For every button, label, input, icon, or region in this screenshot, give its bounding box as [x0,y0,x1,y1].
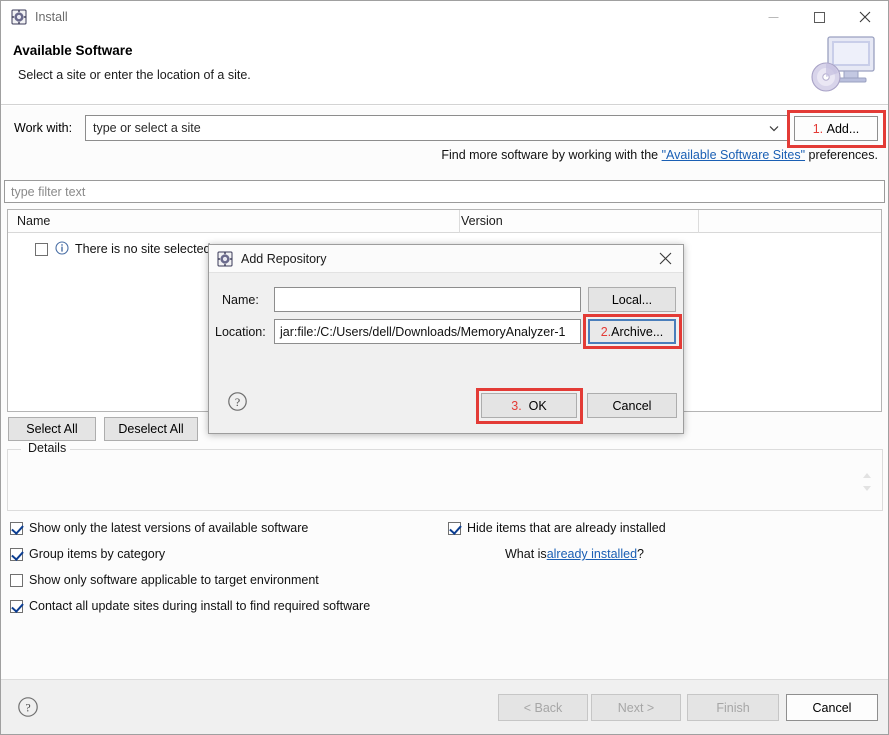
deselect-all-button[interactable]: Deselect All [104,417,198,441]
option-checkbox[interactable] [10,547,23,561]
work-with-row: Work with: type or select a site 1. Add.… [1,110,888,148]
option-checkbox[interactable] [10,599,23,613]
option-label: Show only the latest versions of availab… [29,521,309,535]
tree-header: Name Version [8,210,881,233]
tree-row-label: There is no site selected [75,242,211,256]
option-contact-update-sites[interactable]: Contact all update sites during install … [10,599,370,613]
what-is-already-installed: What is already installed? [505,547,644,561]
window-titlebar: Install [1,1,888,33]
window-controls [750,1,888,33]
option-checkbox[interactable] [10,573,23,587]
filter-placeholder: type filter text [11,184,86,199]
close-icon [859,11,871,23]
next-button[interactable]: Next > [591,694,681,721]
modal-title-text: Add Repository [241,251,327,266]
modal-cancel-button[interactable]: Cancel [587,393,677,418]
add-site-button[interactable]: 1. Add... [794,116,878,141]
monitor-cd-icon [806,35,878,97]
location-field[interactable]: jar:file:/C:/Users/dell/Downloads/Memory… [274,319,581,344]
option-group-by-category[interactable]: Group items by category [10,547,165,561]
location-label: Location: [215,325,266,339]
details-group: Details [7,441,883,511]
option-label: Group items by category [29,547,166,561]
work-with-label: Work with: [14,121,73,135]
wizard-header: Available Software Select a site or ente… [1,33,888,105]
help-question-icon[interactable]: ? [17,696,39,721]
column-divider[interactable] [459,210,460,233]
details-legend: Details [24,441,71,455]
close-icon [659,252,671,265]
what-is-suffix: ? [637,547,644,561]
add-repository-dialog: Add Repository Name: Local... Location: … [208,244,684,434]
name-label: Name: [222,293,259,307]
option-checkbox[interactable] [448,521,461,535]
archive-button[interactable]: 2. Archive... [588,319,676,344]
archive-step-number: 2. [600,324,612,339]
available-software-sites-link[interactable]: "Available Software Sites" [662,148,805,162]
maximize-icon [813,11,825,23]
ok-button-label: OK [528,398,547,413]
minimize-icon [768,16,778,18]
work-with-combo[interactable]: type or select a site [85,115,788,141]
name-field[interactable] [274,287,581,312]
window-title: Install [35,10,68,24]
option-target-environment[interactable]: Show only software applicable to target … [10,573,319,587]
ok-button[interactable]: 3. OK [481,393,577,418]
option-label: Show only software applicable to target … [29,573,319,587]
info-icon [55,240,69,258]
already-installed-link[interactable]: already installed [547,547,637,561]
modal-titlebar: Add Repository [209,245,683,273]
finish-button[interactable]: Finish [687,694,779,721]
minimize-button[interactable] [750,1,796,33]
cancel-button[interactable]: Cancel [786,694,878,721]
install-gear-icon [217,251,233,267]
what-is-prefix: What is [505,547,547,561]
filter-input[interactable]: type filter text [4,180,885,203]
work-with-value: type or select a site [93,121,201,135]
install-gear-icon [11,9,27,25]
local-button[interactable]: Local... [588,287,676,312]
select-all-button[interactable]: Select All [8,417,96,441]
svg-text:?: ? [25,700,30,714]
option-checkbox[interactable] [10,521,23,535]
row-checkbox[interactable] [35,242,48,256]
column-header-name[interactable]: Name [17,214,50,228]
page-title: Available Software [13,43,133,58]
column-header-version[interactable]: Version [461,214,503,228]
modal-help-icon[interactable]: ? [227,391,248,415]
svg-text:?: ? [235,395,240,409]
option-latest-versions[interactable]: Show only the latest versions of availab… [10,521,308,535]
add-step-number: 1. [812,121,824,136]
find-more-software-text: Find more software by working with the "… [441,148,878,162]
page-subtitle: Select a site or enter the location of a… [18,68,251,82]
archive-button-label: Archive... [611,324,664,339]
ok-step-number: 3. [511,398,522,413]
option-hide-installed[interactable]: Hide items that are already installed [448,521,666,535]
column-divider[interactable] [698,210,699,233]
maximize-button[interactable] [796,1,842,33]
back-button[interactable]: < Back [498,694,588,721]
add-button-label: Add... [826,121,860,136]
install-wizard-window: Install Available Software Select a site… [0,0,889,735]
chevron-down-icon[interactable] [761,125,787,132]
option-label: Contact all update sites during install … [29,599,371,613]
find-more-suffix: preferences. [805,148,879,162]
wizard-footer: ? < Back Next > Finish Cancel [1,679,888,734]
option-label: Hide items that are already installed [467,521,666,535]
modal-close-button[interactable] [647,245,683,273]
spinner-arrows-icon[interactable] [860,471,874,493]
close-button[interactable] [842,1,888,33]
location-field-value: jar:file:/C:/Users/dell/Downloads/Memory… [280,324,566,339]
find-more-prefix: Find more software by working with the [441,148,662,162]
